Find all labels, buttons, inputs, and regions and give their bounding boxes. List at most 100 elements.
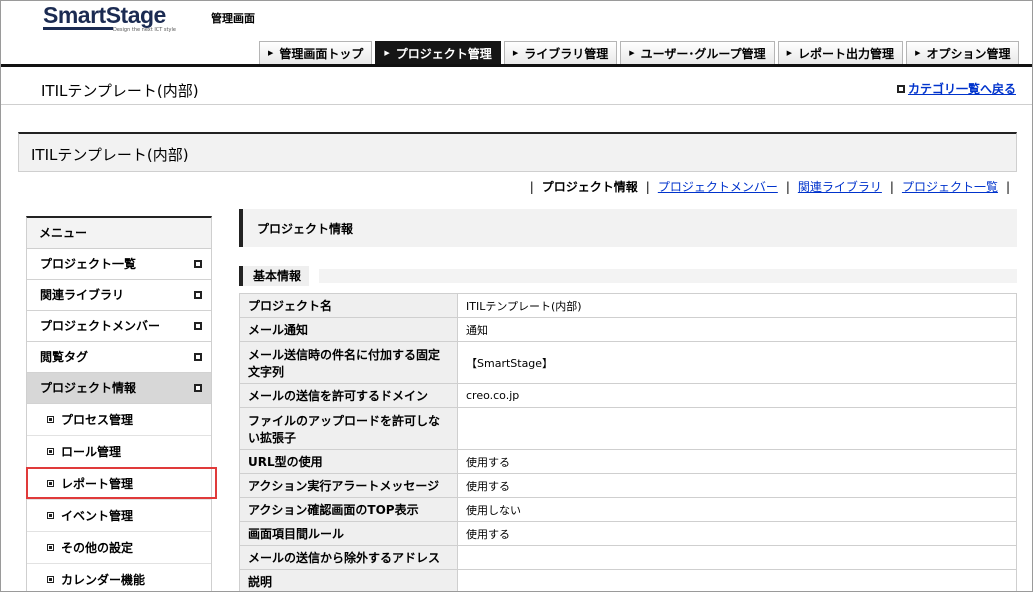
table-row: プロジェクト名 ITILテンプレート(内部): [239, 293, 1017, 318]
field-label: アクション確認画面のTOP表示: [239, 497, 458, 522]
sidebar-item-label: プロジェクトメンバー: [40, 319, 161, 333]
sidebar-subitem-process-management[interactable]: プロセス管理: [27, 404, 211, 436]
field-label: URL型の使用: [239, 449, 458, 474]
sidebar-item-label: プロジェクト情報: [40, 381, 137, 395]
header: SmartStage Design the next ICT style 管理画…: [1, 1, 1032, 68]
field-value: 使用する: [457, 473, 1017, 498]
table-row: アクション確認画面のTOP表示 使用しない: [239, 497, 1017, 522]
small-square-icon: [47, 512, 54, 519]
app-window: SmartStage Design the next ICT style 管理画…: [0, 0, 1033, 592]
subsection-bar: [319, 269, 1017, 283]
field-value: 通知: [457, 317, 1017, 342]
subnav-link-related-library[interactable]: 関連ライブラリ: [798, 178, 882, 195]
tab-label: 管理画面トップ: [279, 46, 364, 61]
logo-text: SmartStage: [43, 2, 166, 28]
arrow-right-icon: ▶: [629, 49, 635, 57]
back-link-label: カテゴリ一覧へ戻る: [907, 82, 1016, 96]
subnav-link-project-list[interactable]: プロジェクト一覧: [902, 178, 998, 195]
field-value: 使用しない: [457, 497, 1017, 522]
field-value: 使用する: [457, 449, 1017, 474]
sidebar-subitem-other-settings[interactable]: その他の設定: [27, 532, 211, 564]
small-square-icon: [47, 576, 54, 583]
tab-library-management[interactable]: ▶ ライブラリ管理: [503, 41, 618, 64]
arrow-right-icon: ▶: [786, 49, 793, 57]
section-header: プロジェクト情報: [239, 209, 1017, 247]
sidebar-subitem-label: プロセス管理: [61, 413, 134, 427]
square-bullet-icon: [194, 384, 202, 392]
sidebar-subitem-event-management[interactable]: イベント管理: [27, 500, 211, 532]
table-row: ファイルのアップロードを許可しない拡張子: [239, 407, 1017, 450]
project-title: ITILテンプレート(内部): [31, 146, 189, 164]
sidebar-subitem-role-management[interactable]: ロール管理: [27, 436, 211, 468]
sidebar-subitem-label: イベント管理: [61, 509, 134, 523]
field-label: 説明: [239, 569, 458, 591]
square-bullet-icon: [194, 260, 202, 268]
table-row: メールの送信を許可するドメイン creo.co.jp: [239, 383, 1017, 408]
field-value: [457, 545, 1017, 570]
arrow-right-icon: ▶: [268, 49, 274, 57]
field-value: ITILテンプレート(内部): [457, 293, 1017, 318]
tab-label: レポート出力管理: [798, 46, 895, 61]
table-row: メール通知 通知: [239, 317, 1017, 342]
tab-label: ユーザー･グループ管理: [640, 46, 766, 61]
small-square-icon: [47, 448, 54, 455]
sidebar-item-project-list[interactable]: プロジェクト一覧: [27, 249, 211, 280]
field-label: メール通知: [239, 317, 458, 342]
basic-info-table: プロジェクト名 ITILテンプレート(内部) メール通知 通知 メール送信時の件名に…: [239, 293, 1017, 591]
subnav-link-project-members[interactable]: プロジェクトメンバー: [658, 178, 778, 195]
project-title-box: ITILテンプレート(内部): [18, 132, 1017, 172]
sidebar-item-view-tags[interactable]: 閲覧タグ: [27, 342, 211, 373]
tab-option-management[interactable]: ▶ オプション管理: [906, 41, 1020, 64]
tab-report-output-management[interactable]: ▶ レポート出力管理: [777, 41, 904, 64]
sub-navigation: | プロジェクト情報 | プロジェクトメンバー | 関連ライブラリ | プロジェ…: [522, 178, 1018, 195]
sidebar-item-project-info[interactable]: プロジェクト情報: [27, 373, 211, 404]
field-label: ファイルのアップロードを許可しない拡張子: [239, 407, 458, 450]
square-bullet-icon: [194, 291, 202, 299]
tab-project-management[interactable]: ▶ プロジェクト管理: [375, 41, 501, 64]
table-row: 画面項目間ルール 使用する: [239, 521, 1017, 546]
sidebar-menu: メニュー プロジェクト一覧 関連ライブラリ プロジェクトメンバー 閲覧タグ プロ…: [26, 216, 212, 591]
arrow-right-icon: ▶: [915, 49, 921, 57]
square-bullet-icon: [896, 85, 905, 93]
admin-title: 管理画面: [211, 12, 255, 25]
tab-bar: ▶ 管理画面トップ ▶ プロジェクト管理 ▶ ライブラリ管理 ▶ ユーザー･グループ管理…: [1, 41, 1032, 67]
field-value: 【SmartStage】: [457, 341, 1017, 384]
tab-label: オプション管理: [926, 46, 1011, 61]
sidebar-subitem-label: その他の設定: [61, 541, 134, 555]
field-label: メールの送信を許可するドメイン: [239, 383, 458, 408]
field-value: 使用する: [457, 521, 1017, 546]
separator: |: [529, 179, 534, 194]
tab-admin-top[interactable]: ▶ 管理画面トップ: [259, 41, 373, 64]
sidebar-subitem-label: ロール管理: [61, 445, 122, 459]
square-bullet-icon: [194, 322, 202, 330]
sidebar-item-project-members[interactable]: プロジェクトメンバー: [27, 311, 211, 342]
subsection-title: 基本情報: [239, 266, 310, 286]
tab-label: ライブラリ管理: [524, 46, 609, 61]
small-square-icon: [47, 544, 54, 551]
section-title: プロジェクト情報: [257, 222, 354, 236]
logo: SmartStage Design the next ICT style: [43, 2, 176, 37]
field-label: メール送信時の件名に付加する固定文字列: [239, 341, 458, 384]
tabs: ▶ 管理画面トップ ▶ プロジェクト管理 ▶ ライブラリ管理 ▶ ユーザー･グループ管理…: [259, 41, 1022, 64]
small-square-icon: [47, 480, 54, 487]
sidebar-item-label: 閲覧タグ: [40, 350, 89, 364]
tab-user-group-management[interactable]: ▶ ユーザー･グループ管理: [620, 41, 775, 64]
arrow-right-icon: ▶: [512, 49, 519, 57]
field-label: メールの送信から除外するアドレス: [239, 545, 458, 570]
separator: |: [645, 179, 650, 194]
tab-label: プロジェクト管理: [395, 46, 492, 61]
sidebar-item-related-library[interactable]: 関連ライブラリ: [27, 280, 211, 311]
field-value: creo.co.jp: [457, 383, 1017, 408]
back-to-category-list-link[interactable]: カテゴリ一覧へ戻る: [896, 80, 1016, 97]
table-row: メール送信時の件名に付加する固定文字列 【SmartStage】: [239, 341, 1017, 384]
arrow-right-icon: ▶: [384, 49, 390, 57]
table-row: 説明: [239, 569, 1017, 591]
logo-rule: [43, 27, 113, 30]
separator: |: [1005, 179, 1010, 194]
sidebar-subitem-calendar-function[interactable]: カレンダー機能: [27, 564, 211, 591]
field-label: プロジェクト名: [239, 293, 458, 318]
field-label: 画面項目間ルール: [239, 521, 458, 546]
sidebar-subitem-report-management[interactable]: レポート管理: [27, 468, 211, 500]
table-row: メールの送信から除外するアドレス: [239, 545, 1017, 570]
divider: [1, 104, 1032, 105]
